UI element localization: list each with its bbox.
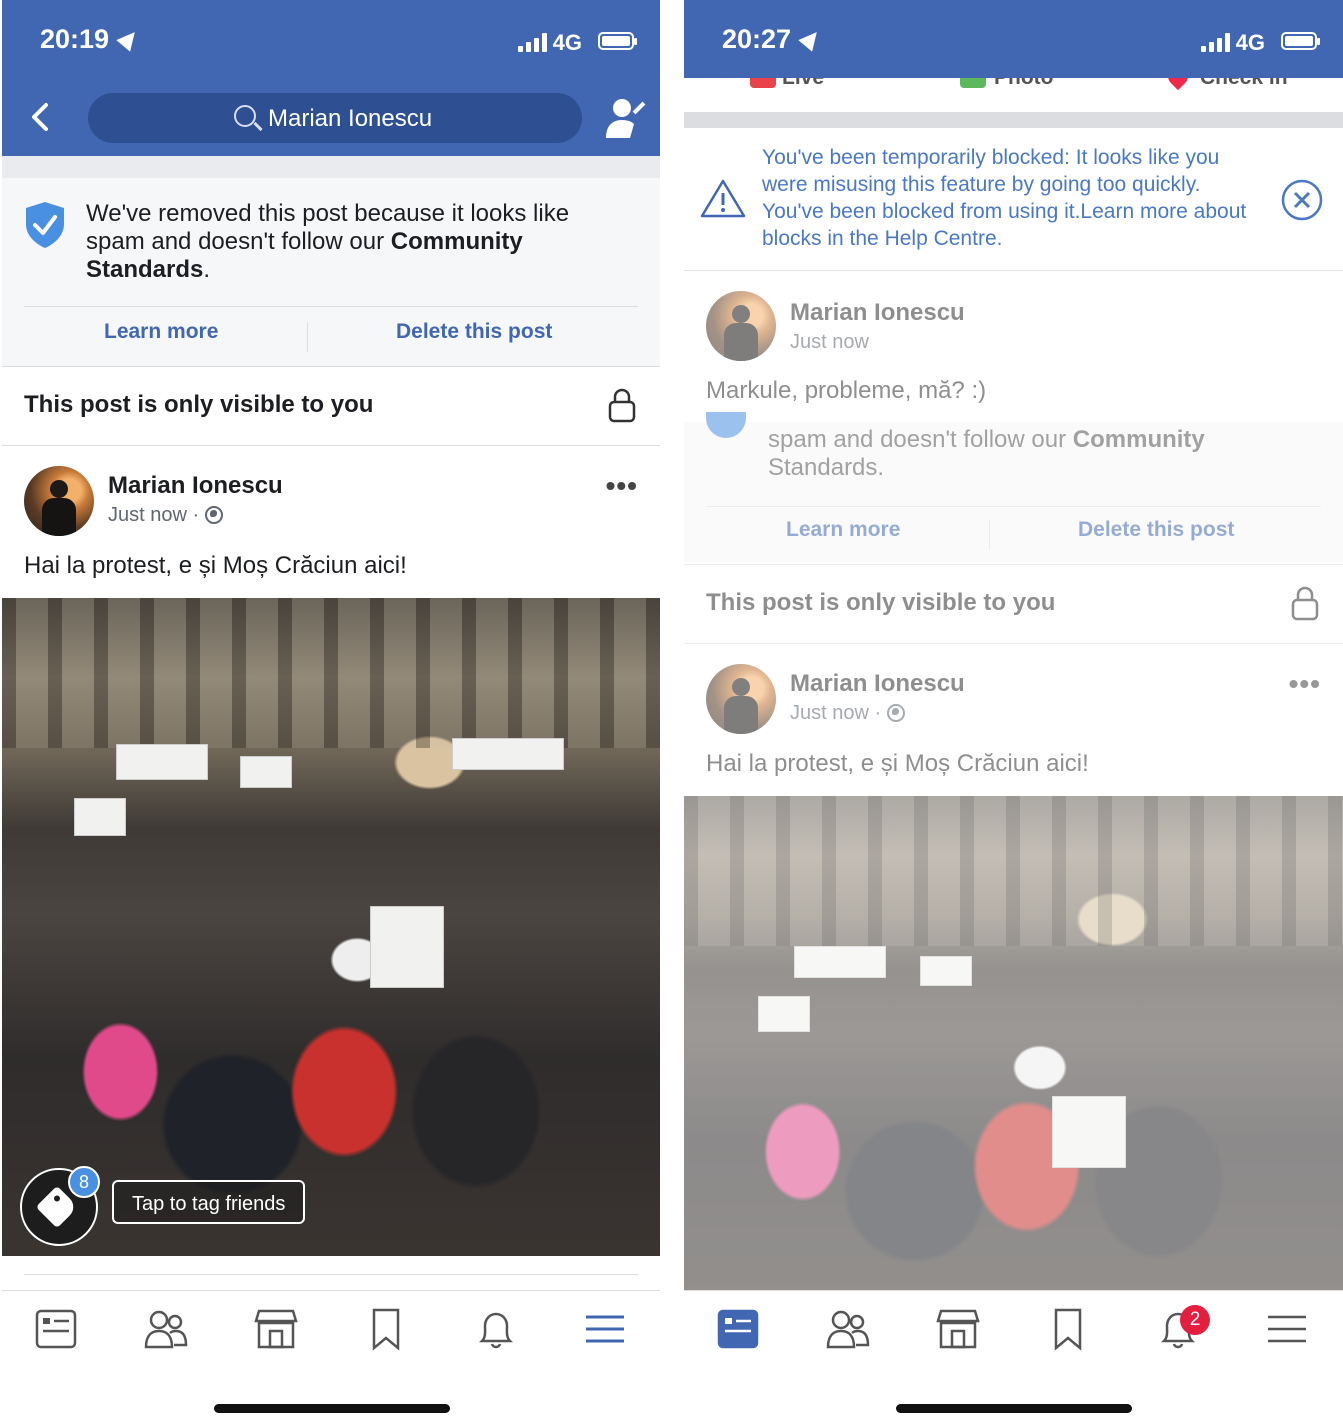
network-label: 4G <box>552 30 582 55</box>
blocked-banner: You've been temporarily blocked: It look… <box>684 128 1343 271</box>
feed-divider <box>684 112 1343 128</box>
news-feed-icon[interactable] <box>34 1307 78 1351</box>
back-icon[interactable] <box>26 100 56 134</box>
location-arrow-icon <box>798 26 824 52</box>
visibility-label: This post is only visible to you <box>706 589 1056 616</box>
feed-divider <box>2 156 660 178</box>
location-arrow-icon <box>116 26 142 52</box>
delete-post-button[interactable]: Delete this post <box>1078 518 1234 542</box>
globe-icon <box>886 704 905 722</box>
status-bar: 20:19 4G <box>2 0 660 78</box>
post-author[interactable]: Marian Ionescu <box>790 670 965 698</box>
post-card: Marian Ionescu Just now · ••• Hai la pro… <box>2 446 660 1256</box>
warning-icon <box>700 179 746 218</box>
avatar[interactable] <box>706 291 776 361</box>
post-card: Marian Ionescu Just now · ••• Hai la pro… <box>684 644 1343 1290</box>
comment-time: Just now <box>790 331 869 353</box>
friends-icon[interactable] <box>144 1307 188 1351</box>
divider <box>989 520 990 550</box>
visibility-label: This post is only visible to you <box>24 391 374 418</box>
battery-icon <box>598 32 637 50</box>
tab-bar: 2 <box>684 1290 1343 1367</box>
comment-author[interactable]: Marian Ionescu <box>790 299 965 327</box>
post-text: Hai la protest, e și Moș Crăciun aici! <box>24 552 407 579</box>
shield-icon <box>706 412 746 438</box>
post-meta: Just now · <box>790 702 905 725</box>
left-screenshot: 20:19 4G Marian Ionescu We've removed th… <box>2 0 660 1417</box>
tag-friends-label[interactable]: Tap to tag friends <box>112 1180 306 1224</box>
saved-icon[interactable] <box>1046 1307 1090 1351</box>
more-options-button[interactable]: ••• <box>1289 668 1321 700</box>
learn-more-button[interactable]: Learn more <box>786 518 900 542</box>
status-bar: 20:27 4G <box>684 0 1343 78</box>
news-feed-icon[interactable] <box>716 1307 760 1351</box>
marketplace-icon[interactable] <box>936 1307 980 1351</box>
nav-bar: Marian Ionescu <box>2 78 660 156</box>
avatar[interactable] <box>706 664 776 734</box>
menu-icon[interactable] <box>1266 1307 1310 1351</box>
lock-icon <box>608 388 636 423</box>
search-input[interactable]: Marian Ionescu <box>88 93 582 143</box>
notice-text: We've removed this post because it looks… <box>86 200 570 283</box>
comment-text: Markule, probleme, mă? :) <box>706 377 987 404</box>
divider <box>706 506 1321 507</box>
status-time: 20:19 <box>40 24 110 54</box>
search-value: Marian Ionescu <box>268 105 433 132</box>
notifications-badge: 2 <box>1180 1305 1210 1335</box>
home-indicator <box>214 1404 450 1413</box>
comment-card: Marian Ionescu Just now Markule, problem… <box>684 271 1343 419</box>
tag-count-badge: 8 <box>68 1166 100 1198</box>
menu-icon[interactable] <box>584 1307 628 1351</box>
visibility-row: This post is only visible to you <box>684 564 1343 644</box>
tab-bar <box>2 1290 660 1367</box>
post-photo[interactable] <box>684 796 1343 1290</box>
learn-more-button[interactable]: Learn more <box>104 320 218 344</box>
blocked-message: You've been temporarily blocked: It look… <box>762 146 1247 250</box>
divider <box>307 322 308 352</box>
post-text: Hai la protest, e și Moș Crăciun aici! <box>706 750 1089 777</box>
signal-icon <box>1201 32 1231 52</box>
divider <box>24 1274 638 1275</box>
shield-icon <box>26 202 64 248</box>
post-author[interactable]: Marian Ionescu <box>108 472 283 500</box>
battery-icon <box>1281 32 1320 50</box>
home-indicator <box>896 1404 1132 1413</box>
network-label: 4G <box>1235 30 1265 55</box>
post-meta: Just now · <box>108 504 223 527</box>
close-icon[interactable] <box>1280 178 1324 222</box>
visibility-row: This post is only visible to you <box>2 366 660 446</box>
globe-icon <box>204 506 223 524</box>
right-screenshot: Live Photo Check in 20:27 4G You've been… <box>684 0 1343 1417</box>
divider <box>24 306 638 307</box>
search-icon <box>234 105 256 127</box>
avatar[interactable] <box>24 466 94 536</box>
notice-text: spam and doesn't follow our Community Sta… <box>768 426 1205 481</box>
post-photo[interactable]: 8 Tap to tag friends <box>2 598 660 1256</box>
delete-post-button[interactable]: Delete this post <box>396 320 552 344</box>
removed-post-notice: spam and doesn't follow our Community Sta… <box>684 412 1343 562</box>
notifications-icon[interactable] <box>474 1307 518 1351</box>
more-options-button[interactable]: ••• <box>606 470 638 502</box>
tag-friends-button[interactable]: 8 <box>20 1166 100 1246</box>
marketplace-icon[interactable] <box>254 1307 298 1351</box>
saved-icon[interactable] <box>364 1307 408 1351</box>
friends-icon[interactable] <box>826 1307 870 1351</box>
profile-edit-icon[interactable] <box>604 96 648 140</box>
removed-post-notice: We've removed this post because it looks… <box>2 178 660 366</box>
status-time: 20:27 <box>722 24 792 54</box>
signal-icon <box>518 32 548 52</box>
lock-icon <box>1291 586 1319 621</box>
